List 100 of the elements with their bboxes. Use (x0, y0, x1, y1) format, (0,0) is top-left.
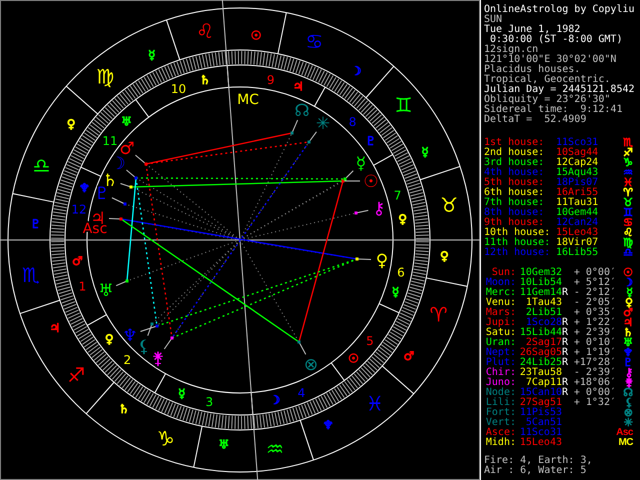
sign-glyph: ♍ (623, 238, 634, 248)
planet-glyph: ♃ (623, 318, 634, 328)
planet-latitude: - 2°12′ (572, 288, 616, 298)
ruler-glyph: ☽ (350, 64, 362, 78)
info-line: 0:30:00 (ST -8:00 GMT) (490, 35, 624, 45)
planet-marker (130, 186, 132, 188)
house-position: 15Leo43 (556, 228, 600, 238)
zodiac-sign-glyph: ♉ (440, 193, 458, 218)
ruler-glyph: ♀ (440, 249, 449, 264)
retrograde-mark: R (562, 318, 570, 328)
planet-marker (124, 202, 126, 206)
house-number: 12 (71, 202, 87, 216)
planet-glyph: ✳ (316, 114, 330, 134)
house-label: 5th house: (484, 178, 546, 188)
house-number: 3 (205, 395, 214, 410)
planet-name: Uran: (484, 338, 516, 348)
leader-line (356, 210, 369, 214)
retrograde-mark: R (562, 338, 570, 348)
zodiac-sign-glyph: ♎ (32, 154, 50, 178)
planet-position: 2Sag17 (526, 338, 562, 348)
zodiac-sign-glyph: ♌ (196, 18, 214, 43)
planet-glyph: ⚷ (624, 368, 634, 378)
leader-line (116, 280, 128, 286)
ruler-glyph: ♆ (79, 181, 90, 196)
planet-marker (156, 324, 158, 328)
planet-position: 7Cap11 (526, 378, 562, 388)
retrograde-mark: R (562, 358, 570, 368)
planet-position: 15Lib44 (518, 328, 562, 338)
planet-glyph: ⚸ (138, 337, 150, 357)
ruler-glyph: ♃ (292, 80, 304, 94)
planet-position: 11Gem14 (518, 288, 562, 298)
planet-marker (144, 162, 148, 166)
leader-line (120, 182, 132, 188)
leader-line (356, 258, 372, 260)
sign-glyph: ♒ (623, 168, 634, 178)
planet-name: Lili: (484, 398, 516, 408)
house-label: 4th house: (484, 168, 546, 178)
ruler-glyph: ☿ (392, 284, 400, 299)
zodiac-sign-glyph: ♈ (430, 302, 448, 326)
planet-latitude: - 2°39′ (572, 368, 616, 378)
planet-name: Merc: (484, 288, 516, 298)
sign-glyph: ♎ (623, 248, 634, 258)
planet-position: 5Can51 (526, 418, 562, 428)
ruler-glyph: ♂ (72, 254, 83, 268)
ruler-glyph: ♆ (322, 418, 334, 432)
zodiac-sign-glyph: ♏ (22, 262, 40, 287)
planet-marker (298, 340, 300, 344)
planet-glyph: ⊗ (304, 355, 318, 375)
leader-line (126, 170, 136, 178)
info-line: OnlineAstrolog by Copyliu (484, 5, 636, 15)
sign-glyph: ♐ (623, 148, 634, 158)
house-number: 6 (397, 266, 405, 280)
planet-name: Chir: (484, 368, 516, 378)
sign-glyph: ♋ (623, 218, 634, 228)
house-number: 1 (78, 279, 86, 294)
planet-position: 11Sco31 (518, 428, 562, 438)
house-position: 16Lib55 (556, 248, 600, 258)
house-position: 16Ari55 (556, 188, 600, 198)
planet-glyph: ⚵ (624, 378, 634, 388)
planet-glyph: ⚵ (152, 349, 164, 369)
planet-glyph: ♇ (623, 358, 634, 368)
planet-latitude: + 0°10′ (572, 338, 616, 348)
info-line: Placidus houses. (484, 65, 580, 75)
house-position: 11Sco31 (556, 138, 600, 148)
planet-position: 15Leo43 (518, 438, 562, 448)
planet-position: 15Can10 (518, 388, 562, 398)
planet-glyph: ♅ (98, 281, 114, 301)
planet-position: 26Sag05 (518, 348, 562, 358)
house-number: 9 (266, 72, 275, 87)
planet-marker (170, 336, 174, 340)
element-count: Air : 6, Water: 5 (484, 466, 588, 476)
planet-glyph: ♂ (623, 308, 634, 318)
zodiac-sign-glyph: ♐ (67, 362, 86, 387)
ruler-glyph: ♀ (104, 332, 114, 346)
zodiac-sign-glyph: ♑ (156, 426, 175, 451)
ruler-glyph: ☿ (178, 386, 186, 400)
planet-glyph: ⚷ (372, 199, 386, 219)
ruler-glyph: ♂ (404, 349, 414, 364)
planet-name: Juno: (484, 378, 516, 388)
planet-name: Satu: (484, 328, 516, 338)
info-line: Sidereal time: 9:12:41 (484, 105, 624, 115)
planet-latitude: + 0°35′ (572, 308, 616, 318)
house-label: 10th house: (484, 228, 552, 238)
planet-latitude: + 5°12′ (572, 278, 616, 288)
planet-name: Midh: (484, 438, 516, 448)
planet-glyph: ⊗ (624, 408, 634, 418)
info-line: 121°10'00"E 30°02'00"N (484, 55, 618, 65)
leader-line (134, 154, 146, 164)
ruler-glyph: ♇ (30, 216, 42, 231)
angle-label: MC (237, 92, 259, 108)
planet-glyph: ⚸ (624, 398, 634, 408)
house-label: 1st house: (484, 138, 546, 148)
ruler-glyph: ♃ (50, 321, 60, 336)
planet-position: 10Lib54 (518, 278, 562, 288)
leader-line (111, 197, 126, 204)
planet-glyph: ♆ (623, 348, 634, 358)
planet-position: 10Gem32 (518, 268, 562, 278)
house-label: 8th house: (484, 208, 546, 218)
planet-marker (356, 258, 358, 260)
house-position: 18Pis07 (556, 178, 600, 188)
